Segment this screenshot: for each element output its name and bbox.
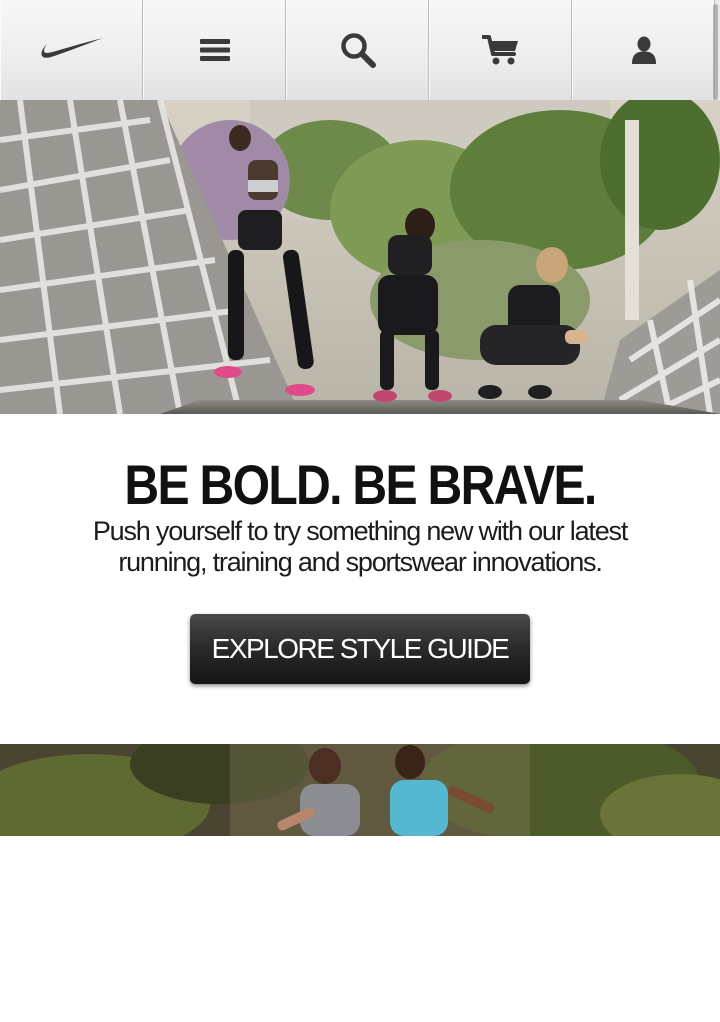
promo-subcopy-line-1: Push yourself to try something new with … [92,516,628,546]
swoosh-logo-icon [40,38,103,58]
search-icon [340,33,376,68]
promo-subcopy-line-2: running, training and sportswear innovat… [118,547,603,577]
hamburger-menu-icon [199,39,230,61]
cart-icon [481,35,518,65]
promo-subcopy: Push yourself to try something new with … [30,516,690,578]
user-icon [631,36,656,64]
explore-style-guide-button[interactable]: EXPLORE STYLE GUIDE [190,614,530,684]
hero-image[interactable] [0,100,720,414]
page: BE BOLD. BE BRAVE. Push yourself to try … [0,0,720,1022]
banner-illustration [0,744,720,836]
promo-headline: BE BOLD. BE BRAVE. [124,453,597,516]
nav-account-button[interactable] [572,0,715,100]
top-nav-bar [0,0,720,100]
nav-cart-button[interactable] [429,0,572,100]
nav-menu-button[interactable] [143,0,286,100]
scrollbar[interactable] [713,4,718,100]
nav-search-button[interactable] [286,0,429,100]
hero-illustration [0,100,720,414]
running-banner-image[interactable] [0,744,720,836]
nav-home-button[interactable] [0,0,143,100]
